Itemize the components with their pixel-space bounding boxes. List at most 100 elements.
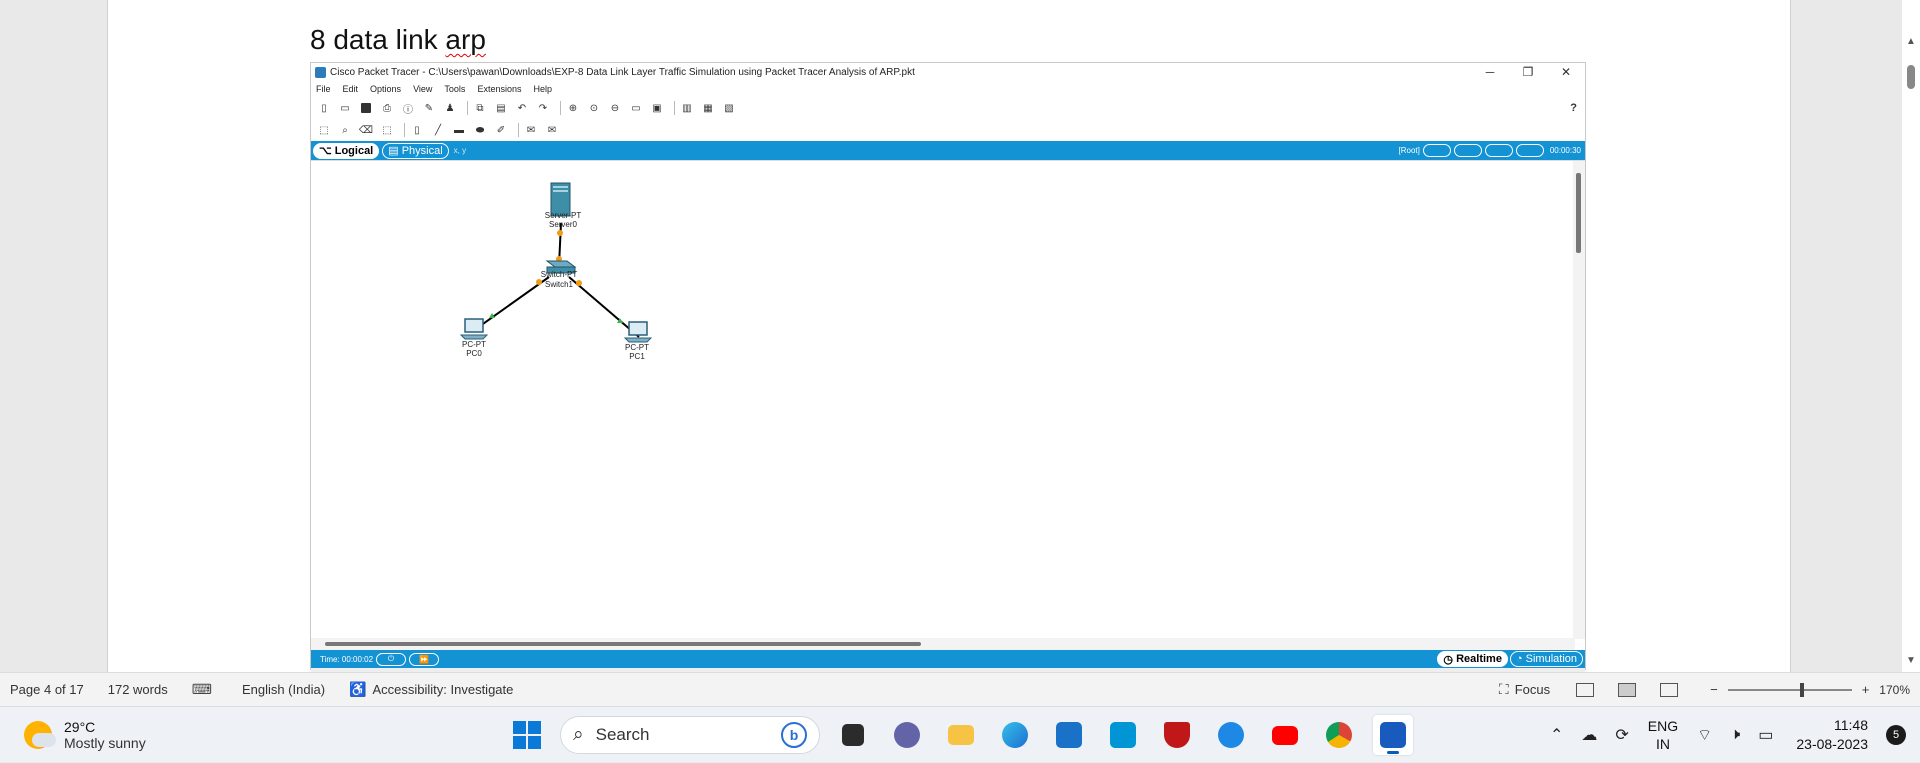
web-layout-button[interactable]	[1660, 682, 1679, 697]
pc-icon	[623, 321, 653, 343]
weather-icon	[24, 720, 56, 749]
proofing-icon: ⌨	[191, 681, 212, 697]
pt-canvas-vscroll	[1573, 161, 1585, 639]
word-count[interactable]: 172 words	[108, 682, 168, 697]
redo-icon: ↷	[538, 102, 548, 114]
chrome-button[interactable]	[1319, 715, 1359, 755]
document-scroll-thumb[interactable]	[1907, 65, 1915, 89]
scroll-down-icon[interactable]: ▼	[1906, 655, 1916, 666]
restore-icon: ❐	[1522, 65, 1534, 79]
zoom-slider[interactable]	[1727, 682, 1852, 697]
document-heading[interactable]: 8 data link arp	[310, 24, 486, 56]
mode-simulation-label: Simulation	[1525, 653, 1577, 665]
undo-icon: ↶	[517, 102, 527, 114]
taskbar-search[interactable]: ⌕ Search b	[560, 716, 820, 754]
pt-common-tools-bar: ⬚ ⌕ ⌫ ⬚ ▯ ╱ ▬ ⬬ ✐ ✉ ✉	[311, 119, 1585, 141]
link-switch-pc0	[472, 276, 550, 332]
weather-description: Mostly sunny	[64, 734, 146, 751]
input-language[interactable]: ENG IN	[1648, 717, 1678, 753]
onedrive-icon[interactable]: ☁	[1581, 725, 1597, 745]
stopwatch-icon: ◔	[1515, 653, 1526, 665]
pc0-type-label: PC-PT	[462, 340, 486, 349]
mode-realtime: ◷ Realtime	[1437, 651, 1508, 667]
cluster-icon	[1453, 144, 1482, 157]
zoom-level[interactable]: 170%	[1879, 683, 1910, 697]
inspect-icon: ⌕	[342, 124, 348, 136]
link-light-switch-left	[536, 279, 542, 285]
custom-device-icon: ▣	[652, 102, 662, 114]
physical-icon: ▤	[388, 145, 402, 157]
help-icon	[1218, 722, 1244, 748]
pt-menu-extensions: Extensions	[477, 84, 522, 94]
speaker-muted-icon[interactable]: 🕨	[1730, 726, 1740, 744]
switch-name-label: Switch1	[545, 280, 574, 289]
document-vscroll[interactable]: ▲ ▼	[1902, 0, 1920, 672]
note-icon: ▯	[414, 124, 420, 136]
heading-misspelled-word[interactable]: arp	[445, 24, 485, 55]
pc1-type-label: PC-PT	[625, 343, 649, 352]
chevron-up-icon[interactable]: ⌃	[1550, 725, 1563, 745]
zoom-reset-icon: ⊙	[589, 102, 599, 114]
language-status[interactable]: English (India)	[242, 682, 325, 697]
battery-icon[interactable]: ▭	[1758, 725, 1773, 745]
edge-icon	[1002, 722, 1028, 748]
viewport-button	[1484, 144, 1513, 157]
tab-logical: ⌥ Logical	[313, 142, 380, 159]
workspace-button	[1422, 144, 1451, 157]
notification-badge[interactable]: 5	[1886, 725, 1906, 745]
zoom-slider-knob[interactable]	[1799, 682, 1804, 697]
scroll-up-icon[interactable]: ▲	[1906, 36, 1916, 47]
packet-tracer-screenshot[interactable]: Cisco Packet Tracer - C:\Users\pawan\Dow…	[310, 62, 1586, 676]
edge-button[interactable]	[995, 715, 1035, 755]
store-button[interactable]	[1049, 715, 1089, 755]
teams-chat-icon	[894, 722, 920, 748]
toolbar-separator	[467, 101, 468, 115]
zoom-in-button[interactable]: +	[1862, 682, 1870, 697]
heading-text: 8 data link	[310, 24, 446, 55]
pt-main-toolbar: ▯ ▭ ⎙ ⓘ ✎ ♟ ⧉ ▤ ↶ ↷ ⊕ ⊙ ⊖ ▭ ▣ ▥ ▦ ▧ ?	[311, 97, 1585, 119]
mcafee-button[interactable]	[1157, 715, 1197, 755]
word-button[interactable]	[1373, 715, 1413, 755]
start-button[interactable]	[507, 715, 547, 755]
accessibility-label: Accessibility: Investigate	[372, 682, 514, 697]
myhp-button[interactable]	[1103, 715, 1143, 755]
weather-temperature: 29°C	[64, 718, 96, 735]
file-explorer-button[interactable]	[941, 715, 981, 755]
document-area: 8 data link arp Cisco Packet Tracer - C:…	[0, 0, 1920, 676]
read-mode-button[interactable]	[1576, 682, 1595, 697]
region-code: IN	[1655, 736, 1670, 752]
clock[interactable]: 11:48 23-08-2023	[1796, 716, 1868, 754]
print-layout-button[interactable]	[1618, 682, 1637, 697]
accessibility-status[interactable]: ♿ Accessibility: Investigate	[349, 681, 513, 698]
pt-window-title: Cisco Packet Tracer - C:\Users\pawan\Dow…	[330, 66, 915, 78]
weather-widget[interactable]: 29°C Mostly sunny	[24, 719, 146, 751]
zoom-out-button[interactable]: −	[1710, 682, 1718, 697]
focus-icon: ⛶	[1498, 681, 1509, 697]
clock-time: 11:48	[1834, 717, 1868, 733]
viewport-icon: ▥	[682, 102, 692, 114]
zoom-control: − + 170%	[1710, 682, 1920, 697]
youtube-button[interactable]	[1265, 715, 1305, 755]
sync-icon[interactable]: ⟳	[1615, 725, 1628, 745]
zoom-in-icon: ⊕	[568, 102, 578, 114]
print-icon: ⎙	[383, 102, 391, 114]
focus-button[interactable]: ⛶ Focus	[1499, 681, 1550, 698]
wifi-icon[interactable]: ⌔	[1697, 725, 1712, 745]
pt-time-label: Time: 00:00:02	[320, 654, 374, 664]
switch-type-label: Switch-PT	[541, 270, 578, 279]
bing-icon[interactable]: b	[781, 722, 807, 748]
teams-button[interactable]	[887, 715, 927, 755]
youtube-icon	[1272, 725, 1298, 745]
get-help-button[interactable]	[1211, 715, 1251, 755]
pt-hscroll-thumb	[325, 642, 921, 646]
mcafee-shield-icon	[1164, 722, 1190, 748]
page-count[interactable]: Page 4 of 17	[10, 682, 84, 697]
task-view-icon	[842, 724, 864, 746]
draw-ellipse-icon: ⬬	[475, 124, 485, 136]
pt-menu-tools: Tools	[444, 84, 466, 94]
proofing-status[interactable]: ⌨	[192, 681, 218, 698]
pt-menu-options: Options	[370, 84, 402, 94]
link-light-switch-right	[576, 280, 582, 286]
task-view-button[interactable]	[833, 715, 873, 755]
coordinates-readout: x, y	[453, 146, 467, 155]
